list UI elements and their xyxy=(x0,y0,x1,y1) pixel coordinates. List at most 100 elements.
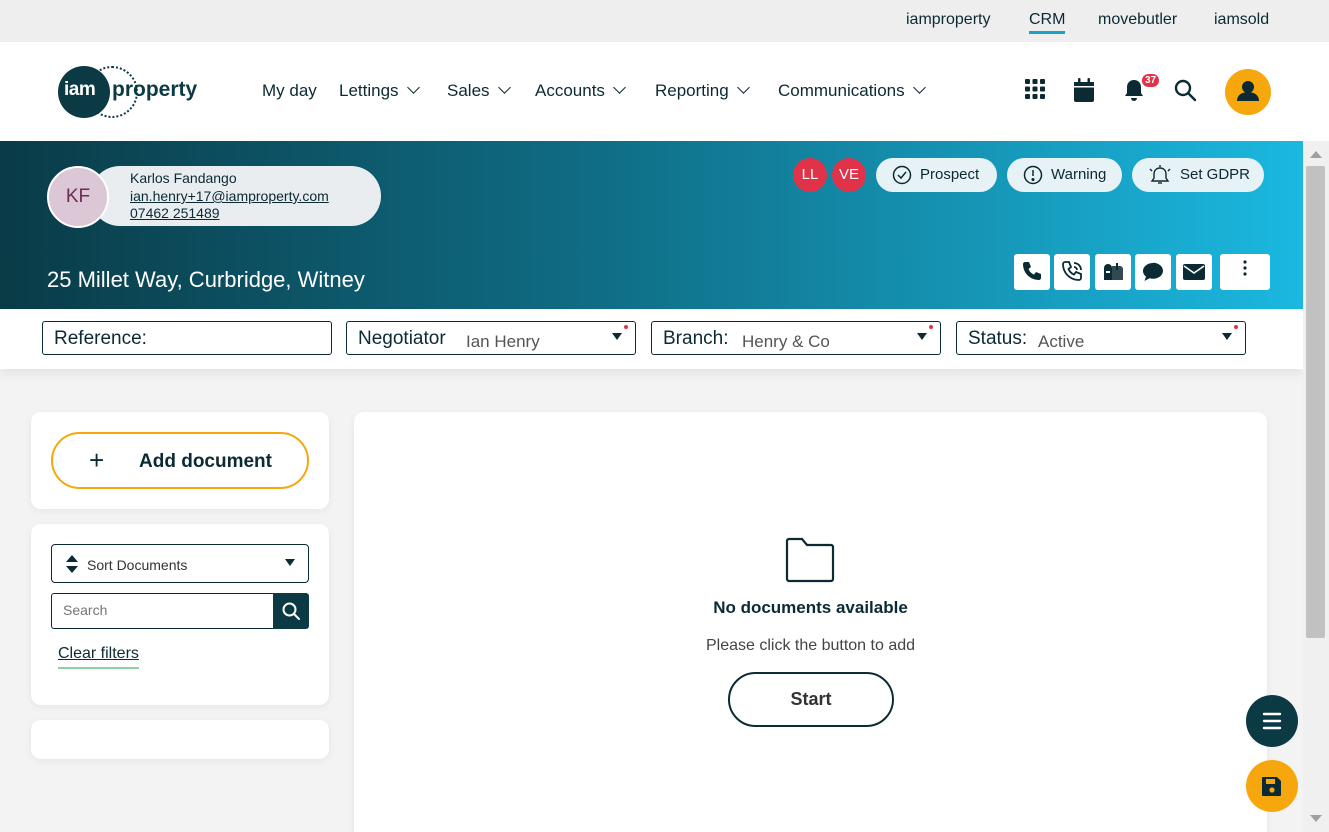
document-search-input[interactable] xyxy=(63,594,263,626)
empty-state-subtitle: Please click the button to add xyxy=(705,637,916,654)
start-button[interactable]: Start xyxy=(728,672,894,727)
user-avatar-button[interactable] xyxy=(1225,69,1271,115)
status-value: Active xyxy=(1038,332,1085,351)
page-scrollbar[interactable] xyxy=(1303,141,1329,832)
empty-state-title: No documents available xyxy=(713,598,908,617)
set-gdpr-label: Set GDPR xyxy=(1180,166,1251,183)
nav-label: My day xyxy=(262,81,317,100)
notification-count-badge: 37 xyxy=(1142,74,1160,87)
status-label: Status: xyxy=(968,328,1028,349)
add-document-label: Add document xyxy=(139,451,272,472)
user-icon xyxy=(1237,81,1259,101)
top-strip: iamproperty CRM movebutler iamsold xyxy=(0,0,1329,42)
set-gdpr-button[interactable]: Set GDPR xyxy=(1132,158,1264,192)
topbar-link-iamsold[interactable]: iamsold xyxy=(1214,11,1269,29)
voicemail-button[interactable] xyxy=(1095,254,1131,290)
main-header: iam property My day Lettings Sales Accou… xyxy=(0,42,1329,141)
scroll-up-arrow-icon[interactable] xyxy=(1310,151,1322,158)
nav-reporting[interactable]: Reporting xyxy=(655,81,750,101)
caret-down-icon xyxy=(1222,333,1232,340)
nav-communications[interactable]: Communications xyxy=(778,81,926,101)
email-button[interactable] xyxy=(1176,254,1212,290)
warning-label: Warning xyxy=(1051,166,1107,183)
property-address: 25 Millet Way, Curbridge, Witney xyxy=(47,267,365,292)
chevron-down-icon xyxy=(406,81,420,94)
document-list-card xyxy=(31,720,329,759)
contact-email-link[interactable]: ian.henry+17@iamproperty.com xyxy=(130,188,329,204)
required-indicator xyxy=(929,325,933,329)
status-select[interactable]: Status: Active xyxy=(956,321,1246,355)
nav-sales[interactable]: Sales xyxy=(447,81,511,101)
topbar-link-crm[interactable]: CRM xyxy=(1029,11,1066,34)
contact-name: Karlos Fandango xyxy=(130,170,237,186)
topbar-link-movebutler[interactable]: movebutler xyxy=(1098,11,1177,29)
nav-label: Reporting xyxy=(655,81,729,100)
document-search-field xyxy=(51,593,275,629)
branch-label: Branch: xyxy=(663,328,729,349)
chevron-down-icon xyxy=(613,81,626,94)
caret-down-icon xyxy=(917,333,927,340)
topbar-link-iamproperty[interactable]: iamproperty xyxy=(906,11,990,29)
branch-select[interactable]: Branch: Henry & Co xyxy=(651,321,941,355)
chevron-down-icon xyxy=(497,81,511,94)
sort-label: Sort Documents xyxy=(87,557,188,573)
warning-icon xyxy=(1023,165,1043,185)
plus-icon: + xyxy=(89,445,105,475)
phone-icon xyxy=(1023,262,1041,280)
call-log-button[interactable] xyxy=(1054,254,1090,290)
tag-badge-ve[interactable]: VE xyxy=(832,158,866,192)
save-fab[interactable] xyxy=(1246,760,1298,812)
apps-grid-icon[interactable] xyxy=(1024,78,1048,102)
nav-accounts[interactable]: Accounts xyxy=(535,81,626,101)
scrollbar-thumb[interactable] xyxy=(1306,166,1325,638)
negotiator-label: Negotiator xyxy=(358,328,446,349)
contact-phone-link[interactable]: 07462 251489 xyxy=(130,205,220,221)
add-document-button[interactable]: + Add document xyxy=(51,432,309,489)
nav-label: Lettings xyxy=(339,81,399,100)
reference-field[interactable]: Reference: xyxy=(42,321,332,355)
logo[interactable]: iam property xyxy=(58,66,208,118)
message-button[interactable] xyxy=(1135,254,1171,290)
nav-my-day[interactable]: My day xyxy=(262,81,317,101)
alarm-bell-icon xyxy=(1149,165,1171,184)
prospect-button[interactable]: Prospect xyxy=(876,158,997,192)
save-icon xyxy=(1262,777,1281,796)
caret-down-icon xyxy=(285,559,295,566)
prospect-label: Prospect xyxy=(920,166,980,183)
more-options-icon xyxy=(1243,260,1247,276)
sort-icon xyxy=(66,555,78,573)
contact-banner: KF Karlos Fandango ian.henry+17@iamprope… xyxy=(0,141,1303,309)
folder-icon xyxy=(785,537,835,583)
negotiator-select[interactable]: Negotiator Ian Henry xyxy=(346,321,636,355)
menu-fab[interactable] xyxy=(1246,695,1298,747)
nav-lettings[interactable]: Lettings xyxy=(339,81,420,101)
hamburger-menu-icon xyxy=(1262,712,1282,730)
required-indicator xyxy=(1234,325,1238,329)
document-search-button[interactable] xyxy=(273,593,309,629)
documents-panel xyxy=(354,412,1267,832)
check-circle-icon xyxy=(892,165,912,185)
chat-icon xyxy=(1143,262,1163,281)
scroll-down-arrow-icon[interactable] xyxy=(1310,815,1322,822)
filter-row: Reference: Negotiator Ian Henry Branch: … xyxy=(0,309,1303,369)
nav-label: Sales xyxy=(447,81,490,100)
contact-avatar: KF xyxy=(47,166,109,228)
reference-label: Reference: xyxy=(54,328,147,349)
tag-badge-ll[interactable]: LL xyxy=(793,158,827,192)
call-button[interactable] xyxy=(1014,254,1050,290)
clear-filters-link[interactable]: Clear filters xyxy=(58,645,139,669)
nav-label: Communications xyxy=(778,81,905,100)
warning-button[interactable]: Warning xyxy=(1007,158,1122,192)
search-icon[interactable] xyxy=(1173,78,1197,102)
chevron-down-icon xyxy=(912,81,926,94)
search-icon xyxy=(282,602,300,620)
more-options-button[interactable] xyxy=(1220,254,1270,290)
caret-down-icon xyxy=(612,333,622,340)
logo-property: property xyxy=(112,78,198,101)
calendar-icon[interactable] xyxy=(1073,78,1097,102)
email-icon xyxy=(1183,264,1205,280)
voicemail-icon xyxy=(1104,263,1123,280)
chevron-down-icon xyxy=(736,81,750,94)
sort-documents-select[interactable]: Sort Documents xyxy=(51,544,309,583)
negotiator-value: Ian Henry xyxy=(466,332,540,351)
